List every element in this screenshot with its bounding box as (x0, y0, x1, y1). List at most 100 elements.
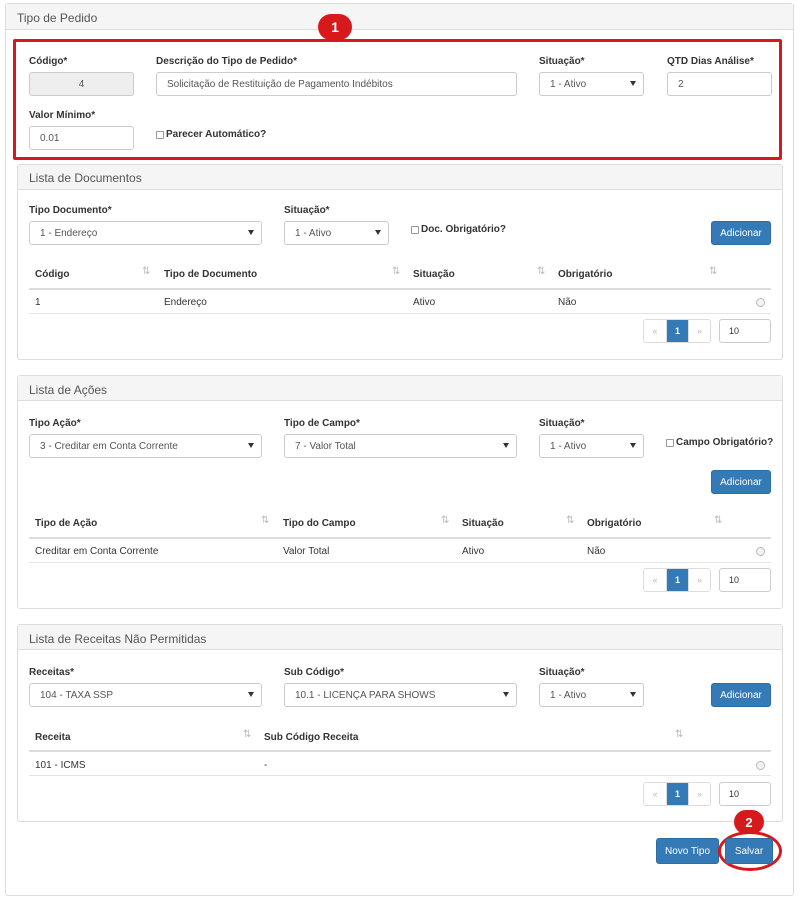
tipo-campo-select[interactable]: 7 - Valor Total (284, 434, 517, 458)
page-size-input[interactable]: 10 (719, 568, 771, 592)
tipo-documento-select[interactable]: 1 - Endereço (29, 221, 262, 245)
row-divider (29, 562, 771, 563)
add-revenue-button[interactable]: Adicionar (711, 683, 771, 707)
pagination-prev[interactable]: « (644, 569, 666, 591)
chevron-down-icon (630, 692, 636, 697)
order-type-panel-header (6, 4, 793, 30)
qtd-dias-label: QTD Dias Análise* (667, 56, 754, 67)
acao-situacao-value: 1 - Ativo (550, 440, 587, 452)
valor-minimo-field[interactable]: 0.01 (29, 126, 134, 150)
sort-icon[interactable]: ⇅ (243, 729, 251, 740)
actions-panel-header (18, 376, 782, 401)
sort-icon[interactable]: ⇅ (441, 515, 449, 526)
pagination-prev[interactable]: « (644, 783, 666, 805)
campo-obrigatorio-checkbox[interactable] (666, 438, 674, 447)
sort-icon[interactable]: ⇅ (261, 515, 269, 526)
table-cell: Ativo (413, 297, 436, 308)
sort-icon[interactable]: ⇅ (566, 515, 574, 526)
annotation-badge-1: 1 (318, 14, 352, 40)
pagination-next[interactable]: » (688, 783, 710, 805)
page-title: Tipo de Pedido (17, 11, 98, 25)
tipo-acao-value: 3 - Creditar em Conta Corrente (40, 440, 178, 452)
situacao-label: Situação* (539, 56, 585, 67)
add-action-button[interactable]: Adicionar (711, 470, 771, 494)
parecer-checkbox-wrap[interactable]: Parecer Automático? (156, 129, 266, 140)
valor-minimo-label: Valor Mínimo* (29, 110, 96, 121)
column-header-tipo-documento[interactable]: Tipo de Documento (164, 269, 257, 280)
table-cell: Ativo (462, 546, 485, 557)
table-cell: Não (558, 297, 577, 308)
sub-codigo-select[interactable]: 10.1 - LICENÇA PARA SHOWS (284, 683, 517, 707)
save-button[interactable]: Salvar (725, 838, 773, 864)
pagination: « 1 » (643, 319, 711, 343)
tipo-acao-select[interactable]: 3 - Creditar em Conta Corrente (29, 434, 262, 458)
chevron-down-icon (630, 443, 636, 448)
revenues-title: Lista de Receitas Não Permitidas (29, 632, 207, 646)
table-header-divider (29, 288, 771, 290)
sort-icon[interactable]: ⇅ (392, 266, 400, 277)
pagination: « 1 » (643, 568, 711, 592)
row-select-radio[interactable] (756, 547, 765, 556)
acao-situacao-label: Situação* (539, 418, 585, 429)
column-header-obrigatorio[interactable]: Obrigatório (587, 518, 641, 529)
table-cell: Creditar em Conta Corrente (35, 546, 159, 557)
doc-obrigatorio-checkbox[interactable] (411, 225, 419, 234)
column-header-obrigatorio[interactable]: Obrigatório (558, 269, 612, 280)
pagination-page[interactable]: 1 (666, 320, 688, 342)
codigo-label: Código* (29, 56, 68, 67)
actions-title: Lista de Ações (29, 383, 108, 397)
row-divider (29, 313, 771, 314)
documents-title: Lista de Documentos (29, 171, 142, 185)
column-header-tipo-acao[interactable]: Tipo de Ação (35, 518, 97, 529)
table-cell: 1 (35, 297, 41, 308)
descricao-field[interactable]: Solicitação de Restituição de Pagamento … (156, 72, 517, 96)
parecer-checkbox[interactable] (156, 130, 164, 139)
column-header-situacao[interactable]: Situação (413, 269, 455, 280)
row-select-radio[interactable] (756, 298, 765, 307)
column-header-codigo[interactable]: Código (35, 269, 69, 280)
row-divider (29, 775, 771, 776)
campo-obrigatorio-label: Campo Obrigatório? (676, 437, 774, 448)
row-select-radio[interactable] (756, 761, 765, 770)
chevron-down-icon (248, 230, 254, 235)
pagination-page[interactable]: 1 (666, 783, 688, 805)
pagination-page[interactable]: 1 (666, 569, 688, 591)
receita-situacao-select[interactable]: 1 - Ativo (539, 683, 644, 707)
column-header-situacao[interactable]: Situação (462, 518, 504, 529)
page-size-input[interactable]: 10 (719, 782, 771, 806)
sort-icon[interactable]: ⇅ (675, 729, 683, 740)
add-document-button[interactable]: Adicionar (711, 221, 771, 245)
chevron-down-icon (503, 692, 509, 697)
situacao-select[interactable]: 1 - Ativo (539, 72, 644, 96)
tipo-campo-label: Tipo de Campo* (284, 418, 360, 429)
qtd-dias-field[interactable]: 2 (667, 72, 772, 96)
doc-obrigatorio-wrap[interactable]: Doc. Obrigatório? (411, 224, 506, 235)
receitas-select[interactable]: 104 - TAXA SSP (29, 683, 262, 707)
page-size-input[interactable]: 10 (719, 319, 771, 343)
chevron-down-icon (630, 81, 636, 86)
chevron-down-icon (503, 443, 509, 448)
table-cell: Endereço (164, 297, 207, 308)
receita-situacao-value: 1 - Ativo (550, 689, 587, 701)
sort-icon[interactable]: ⇅ (709, 266, 717, 277)
column-header-tipo-campo[interactable]: Tipo do Campo (283, 518, 356, 529)
annotation-badge-2: 2 (734, 810, 764, 834)
doc-situacao-select[interactable]: 1 - Ativo (284, 221, 389, 245)
receita-situacao-label: Situação* (539, 667, 585, 678)
sort-icon[interactable]: ⇅ (714, 515, 722, 526)
tipo-documento-value: 1 - Endereço (40, 227, 98, 239)
situacao-select-value: 1 - Ativo (550, 78, 587, 90)
sub-codigo-label: Sub Código* (284, 667, 344, 678)
doc-situacao-label: Situação* (284, 205, 330, 216)
acao-situacao-select[interactable]: 1 - Ativo (539, 434, 644, 458)
pagination-next[interactable]: » (688, 569, 710, 591)
codigo-field: 4 (29, 72, 134, 96)
sort-icon[interactable]: ⇅ (537, 266, 545, 277)
pagination-next[interactable]: » (688, 320, 710, 342)
column-header-sub-codigo[interactable]: Sub Código Receita (264, 732, 358, 743)
sort-icon[interactable]: ⇅ (142, 266, 150, 277)
new-type-button[interactable]: Novo Tipo (656, 838, 719, 864)
campo-obrigatorio-wrap[interactable]: Campo Obrigatório? (666, 437, 773, 448)
column-header-receita[interactable]: Receita (35, 732, 71, 743)
pagination-prev[interactable]: « (644, 320, 666, 342)
